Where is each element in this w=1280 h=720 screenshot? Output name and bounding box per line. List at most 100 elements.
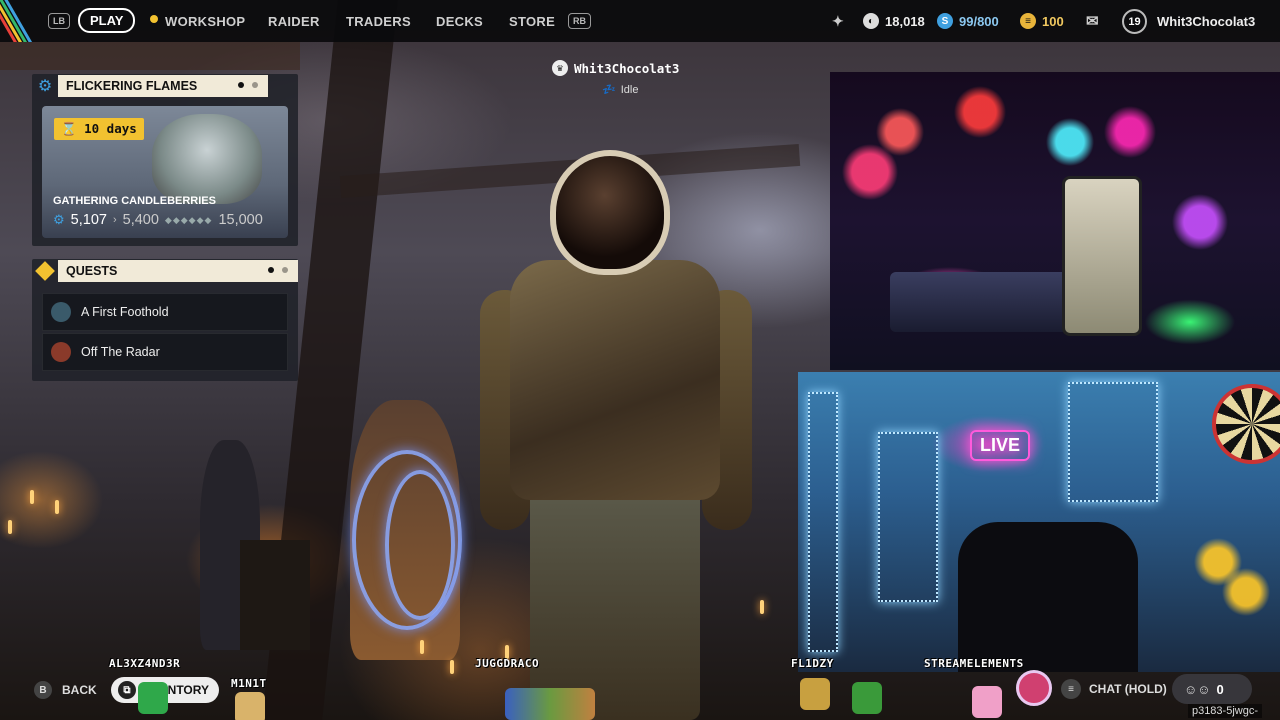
dartboard <box>1212 384 1280 464</box>
tab-raider[interactable]: RAIDER <box>268 14 320 29</box>
player-status-text: Idle <box>620 83 639 96</box>
b-button-hint: B <box>34 681 52 699</box>
coins-icon: ≡ <box>1020 13 1036 29</box>
candle <box>55 500 59 514</box>
scene-barrel <box>240 540 310 650</box>
back-button[interactable]: B BACK <box>34 681 97 699</box>
inventory-label: NTORY <box>167 683 209 697</box>
brand-stripes <box>0 0 40 42</box>
tab-decks[interactable]: DECKS <box>436 14 483 29</box>
player-nameplate: ♛ Whit3Chocolat3 <box>552 60 679 76</box>
raider-tokens-stat[interactable]: S 99/800 <box>937 13 999 29</box>
quest-label: Off The Radar <box>81 345 160 359</box>
quest-label: A First Foothold <box>81 305 169 319</box>
raider-tokens-value: 99/800 <box>959 13 999 29</box>
credits-icon: ◐ <box>863 13 879 29</box>
led-shelf <box>878 432 938 602</box>
view-button-icon: ⧉ <box>118 681 136 699</box>
event-card[interactable]: ⌛ 10 days GATHERING CANDLEBERRIES ⚙ 5,10… <box>42 106 288 238</box>
viewer-name: M1N1T <box>231 677 267 690</box>
tab-workshop[interactable]: WORKSHOP <box>165 14 245 29</box>
tab-store[interactable]: STORE <box>509 14 555 29</box>
event-title: FLICKERING FLAMES <box>66 79 198 93</box>
chat-button[interactable]: ≡ CHAT (HOLD) <box>1061 679 1167 699</box>
raider-portrait-icon <box>51 302 71 322</box>
quest-item[interactable]: Off The Radar <box>42 333 288 371</box>
viewer-avatar-sprite <box>505 688 595 720</box>
event-timer: 10 days <box>84 121 137 136</box>
quests-title: QUESTS <box>66 264 118 278</box>
raider-token-icon: S <box>937 13 953 29</box>
coins-stat[interactable]: ≡ 100 <box>1020 13 1064 29</box>
viewer-avatar-sprite <box>852 682 882 714</box>
play-tab[interactable]: PLAY <box>78 8 136 33</box>
party-icon: ☺☺ <box>1184 681 1211 697</box>
lobby-code: p3183-5jwgc- <box>1187 704 1262 718</box>
tab-traders[interactable]: TRADERS <box>346 14 411 29</box>
webcam-setup <box>830 72 1280 370</box>
candle <box>8 520 12 534</box>
light-ring <box>385 470 455 620</box>
quest-diamond-icon <box>34 260 56 282</box>
profile-username[interactable]: Whit3Chocolat3 <box>1157 14 1255 29</box>
event-task: GATHERING CANDLEBERRIES <box>53 195 216 207</box>
viewer-name: STREAMELEMENTS <box>924 657 1024 670</box>
led-strip <box>808 392 838 652</box>
webcam-phone <box>1062 176 1142 336</box>
candleberry-tree-image <box>152 114 262 204</box>
gear-icon: ⚙ <box>53 212 65 227</box>
mail-icon[interactable]: ✉ <box>1086 12 1099 30</box>
trader-portrait-icon <box>51 342 71 362</box>
character-legs <box>530 490 700 720</box>
gift-icon[interactable]: ✦ <box>832 13 844 30</box>
candle <box>760 600 764 614</box>
gaming-chair <box>958 522 1138 672</box>
viewer-name: AL3XZ4ND3R <box>109 657 181 670</box>
character-helmet <box>550 150 670 275</box>
live-neon-sign: LIVE <box>970 430 1031 461</box>
scene-beam <box>0 40 300 70</box>
player-name: Whit3Chocolat3 <box>574 60 680 76</box>
page-indicator <box>268 267 288 273</box>
credits-stat[interactable]: ◐ 18,018 <box>863 13 925 29</box>
candle <box>450 660 454 674</box>
character-jacket <box>510 260 720 500</box>
player-status: 💤 Idle <box>602 83 639 97</box>
gear-icon: ⚙ <box>37 78 53 95</box>
event-next-threshold: 5,400 <box>122 212 159 228</box>
viewer-avatar-sprite <box>235 692 265 720</box>
top-navigation-bar: LB PLAY WORKSHOP RAIDER TRADERS DECKS ST… <box>0 0 1280 42</box>
viewer-name: FL1DZY <box>791 657 834 670</box>
chat-label: CHAT (HOLD) <box>1089 682 1167 696</box>
chevron-right-icon: › <box>112 214 117 226</box>
candle <box>420 640 424 654</box>
quest-item[interactable]: A First Foothold <box>42 293 288 331</box>
player-level-badge[interactable]: 19 <box>1122 9 1147 34</box>
event-max-value: 15,000 <box>218 212 263 228</box>
workshop-notification-dot <box>150 15 158 23</box>
viewer-avatar-sprite <box>972 686 1002 718</box>
coins-value: 100 <box>1042 13 1064 29</box>
candle <box>30 490 34 504</box>
event-timer-badge: ⌛ 10 days <box>54 118 144 140</box>
menu-icon: ≡ <box>1061 679 1081 699</box>
viewer-name: JUGGDRACO <box>475 657 540 670</box>
idle-icon: 💤 <box>602 84 616 96</box>
back-label: BACK <box>62 683 97 697</box>
event-panel-header: FLICKERING FLAMES <box>58 75 268 97</box>
viewer-avatar-sprite <box>800 678 830 710</box>
party-count: 0 <box>1216 681 1224 697</box>
quests-panel-header: QUESTS <box>58 260 298 282</box>
page-indicator <box>238 82 258 88</box>
streamelements-avatar <box>1016 670 1052 706</box>
event-current-value: 5,107 <box>70 212 107 228</box>
led-shelf <box>1068 382 1158 502</box>
event-progress: ⚙ 5,107 › 5,400 ◆◆◆◆◆◆ 15,000 <box>53 212 263 228</box>
crown-icon: ♛ <box>552 60 568 76</box>
webcam-streamer: LIVE <box>798 372 1280 672</box>
lb-button-hint: LB <box>48 13 70 29</box>
progress-pips: ◆◆◆◆◆◆ <box>164 214 213 225</box>
viewer-avatar-sprite <box>138 682 168 714</box>
party-button[interactable]: ☺☺ 0 <box>1172 674 1252 704</box>
player-character <box>470 150 760 720</box>
